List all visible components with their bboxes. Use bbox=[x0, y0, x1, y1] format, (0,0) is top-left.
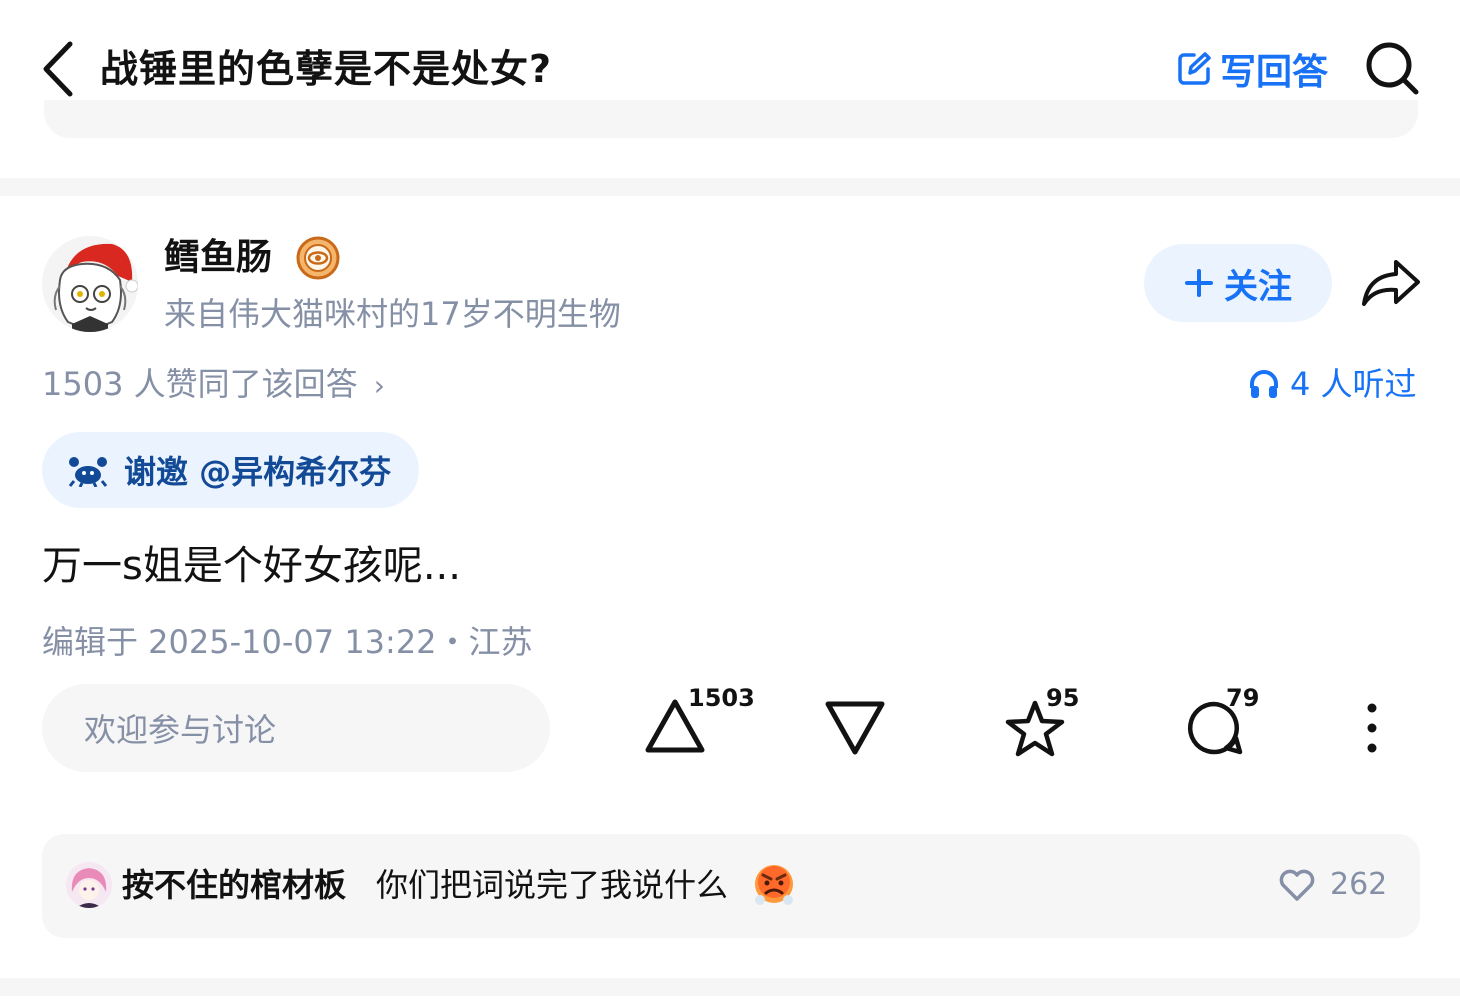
comment-like-count: 262 bbox=[1330, 867, 1388, 902]
edit-icon bbox=[1178, 52, 1211, 85]
back-button[interactable] bbox=[40, 40, 80, 98]
follow-label: 关注 bbox=[1224, 266, 1292, 307]
favorite-count: 95 bbox=[1046, 684, 1080, 712]
upvote-button[interactable]: 1503 bbox=[644, 682, 755, 772]
likes-summary-text: 1503 人赞同了该回答 bbox=[42, 365, 358, 403]
hot-comment-card[interactable]: 按不住的棺材板 你们把词说完了我说什么 262 bbox=[42, 834, 1420, 938]
comment-placeholder: 欢迎参与讨论 bbox=[84, 711, 277, 749]
favorite-button[interactable]: 95 bbox=[1004, 682, 1094, 772]
more-vertical-icon bbox=[1367, 703, 1377, 753]
write-answer-button[interactable]: 写回答 bbox=[1176, 44, 1328, 94]
comment-button[interactable]: 79 bbox=[1184, 682, 1274, 772]
invite-text: 谢邀 @异构希尔芬 bbox=[124, 453, 392, 491]
plus-icon bbox=[1185, 269, 1213, 297]
headphones-icon bbox=[1250, 370, 1278, 398]
avatar-image bbox=[66, 862, 112, 908]
crab-icon bbox=[68, 457, 108, 487]
search-button[interactable] bbox=[1364, 40, 1420, 96]
likes-summary-link[interactable]: 1503 人赞同了该回答 › bbox=[42, 362, 385, 408]
triangle-down-icon bbox=[825, 701, 885, 755]
listen-text: 4 人听过 bbox=[1290, 365, 1417, 403]
heart-icon bbox=[1279, 869, 1315, 901]
listen-count[interactable]: 4 人听过 bbox=[1248, 362, 1417, 406]
invite-tag[interactable]: 谢邀 @异构希尔芬 bbox=[42, 432, 420, 508]
comment-username[interactable]: 按不住的棺材板 bbox=[122, 862, 346, 908]
comment-text: 你们把词说完了我说什么 bbox=[376, 866, 729, 904]
share-button[interactable] bbox=[1360, 258, 1422, 310]
more-button[interactable] bbox=[1352, 696, 1392, 760]
follow-button[interactable]: 关注 bbox=[1144, 244, 1332, 322]
comment-count: 79 bbox=[1226, 684, 1260, 712]
share-icon bbox=[1362, 260, 1420, 306]
author-avatar[interactable] bbox=[42, 236, 138, 332]
angry-face-icon bbox=[752, 862, 796, 906]
search-icon bbox=[1366, 42, 1419, 95]
question-title[interactable]: 战锤里的色孽是不是处女? bbox=[100, 44, 552, 94]
comment-input[interactable]: 欢迎参与讨论 bbox=[42, 684, 550, 772]
write-answer-label: 写回答 bbox=[1220, 52, 1329, 93]
edit-timestamp: 编辑于 2025-10-07 13:22・江苏 bbox=[42, 623, 533, 661]
chevron-left-icon bbox=[43, 41, 73, 97]
previous-card-edge bbox=[44, 100, 1418, 138]
author-name[interactable]: 鳕鱼肠 bbox=[164, 234, 272, 282]
upvote-count: 1503 bbox=[688, 684, 755, 712]
section-divider bbox=[0, 978, 1460, 996]
comment-user-avatar[interactable] bbox=[66, 862, 112, 908]
answer-content: 万一s姐是个好女孩呢... bbox=[42, 543, 461, 589]
comment-like-button[interactable]: 262 bbox=[1278, 862, 1387, 908]
downvote-button[interactable] bbox=[824, 682, 914, 772]
avatar-image bbox=[42, 236, 138, 332]
chevron-right-icon: › bbox=[373, 369, 385, 402]
author-bio: 来自伟大猫咪村的17岁不明生物 bbox=[164, 295, 621, 333]
section-divider bbox=[0, 178, 1460, 196]
eye-badge-icon[interactable] bbox=[296, 236, 340, 280]
